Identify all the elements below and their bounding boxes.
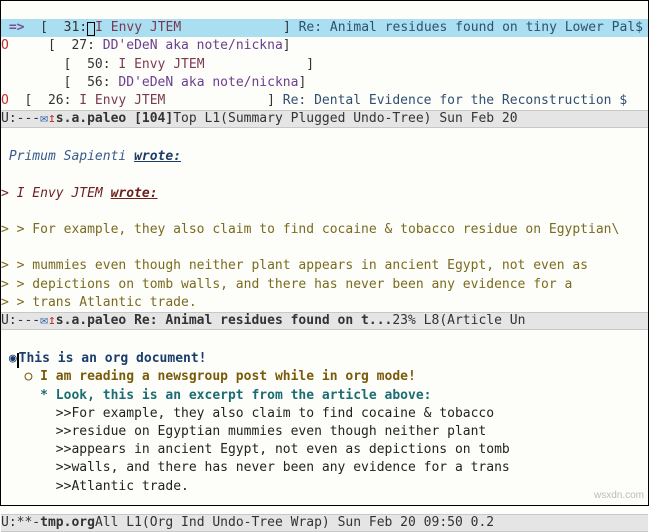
summary-buffer[interactable]: => [ 31: I Envy JTEM ] Re: Animal residue…	[1, 1, 648, 110]
msg-num: 31	[64, 20, 80, 35]
from: DD'eDeN aka note/nickna	[103, 38, 283, 53]
quoted-text: > > mummies even though neither plant ap…	[1, 258, 588, 273]
msg-num: 26	[48, 93, 64, 108]
up-arrow-icon: ↥	[48, 312, 56, 330]
up-arrow-icon: ↥	[48, 110, 56, 128]
mark-icon: O	[1, 93, 9, 108]
from: DD'eDeN aka note/nickna	[118, 75, 298, 90]
summary-row[interactable]: [ 56: DD'eDeN aka note/nickna]	[1, 75, 306, 90]
modeline-status: U:---	[1, 312, 40, 330]
org-heading-1: This is an org document!	[19, 351, 207, 366]
summary-row[interactable]: O [ 27: DD'eDeN aka note/nickna]	[1, 38, 291, 53]
modeline-modes: (Summary Plugged Undo-Tree) Sun Feb 20	[220, 110, 517, 128]
msg-num: 56	[87, 75, 103, 90]
summary-row[interactable]: O [ 26: I Envy JTEM ] Re: Dental Evidenc…	[1, 93, 627, 108]
subject: Re: Animal residues found on tiny Lower …	[299, 20, 643, 35]
org-heading-2: I am reading a newsgroup post while in o…	[40, 369, 416, 384]
bracket: [	[40, 20, 48, 35]
modeline-pos: Top L1	[173, 110, 220, 128]
modeline-summary: U:--- ✉ ↥ s.a.paleo [104] Top L1 (Summar…	[1, 110, 648, 128]
watermark: wsxdn.com	[594, 489, 644, 503]
bracket: ]	[283, 20, 291, 35]
from: I Envy JTEM	[118, 57, 204, 72]
article-buffer[interactable]: Primum Sapienti wrote: > I Envy JTEM wro…	[1, 128, 648, 312]
modeline-pos: All L1	[95, 514, 142, 532]
org-bullet-icon	[24, 369, 32, 384]
from: I Envy JTEM	[79, 93, 165, 108]
msg-num: 50	[87, 57, 103, 72]
summary-row[interactable]: [ 50: I Envy JTEM ]	[1, 57, 314, 72]
modeline-modes: (Article Un	[439, 312, 525, 330]
summary-row-selected[interactable]: => [ 31: I Envy JTEM ] Re: Animal residue…	[1, 19, 648, 37]
buffer-name: s.a.paleo [104]	[56, 110, 173, 128]
quoted-text: > > trans Atlantic trade.	[1, 295, 197, 310]
quoted-text: > > For example, they also claim to find…	[1, 222, 619, 237]
cursor-icon	[17, 353, 19, 368]
buffer-name: s.a.paleo Re: Animal residues found on t…	[56, 312, 393, 330]
subject: Re: Dental Evidence for the Reconstructi…	[283, 93, 627, 108]
modeline-article: U:--- ✉ ↥ s.a.paleo Re: Animal residues …	[1, 312, 648, 330]
current-marker: =>	[9, 20, 25, 35]
org-bullet-icon: *	[40, 388, 48, 403]
attribution-line: Primum Sapienti wrote:	[9, 149, 181, 164]
org-body-line: >>walls, and there has never been any ev…	[1, 460, 510, 475]
modeline-modes: (Org Ind Undo-Tree Wrap) Sun Feb 20 09:5…	[142, 514, 494, 532]
modeline-status: U:---	[1, 110, 40, 128]
mark-icon: O	[1, 38, 9, 53]
mail-icon: ✉	[40, 312, 48, 330]
modeline-pos: 23% L8	[392, 312, 439, 330]
attribution-self: > I Envy JTEM wrote:	[1, 186, 158, 201]
org-bullet-icon: ◉	[9, 351, 17, 366]
org-buffer[interactable]: ◉This is an org document! I am reading a…	[1, 330, 648, 514]
modeline-status: U:**-	[1, 514, 40, 532]
org-body-line: >>Atlantic trade.	[1, 479, 189, 494]
modeline-org: U:**- tmp.org All L1 (Org Ind Undo-Tree …	[1, 514, 648, 532]
msg-num: 27	[71, 38, 87, 53]
from: I Envy JTEM	[95, 20, 181, 35]
org-body-line: >>appears in ancient Egypt, not even as …	[1, 442, 510, 457]
buffer-name: tmp.org	[40, 514, 95, 532]
org-body-line: >>For example, they also claim to find c…	[1, 406, 494, 421]
mail-icon: ✉	[40, 110, 48, 128]
org-body-line: >>residue on Egyptian mummies even thoug…	[1, 424, 486, 439]
org-heading-3: Look, this is an excerpt from the articl…	[56, 388, 432, 403]
quoted-text: > > depictions on tomb walls, and there …	[1, 277, 572, 292]
cursor-icon	[87, 22, 95, 36]
colon: :	[79, 20, 87, 35]
